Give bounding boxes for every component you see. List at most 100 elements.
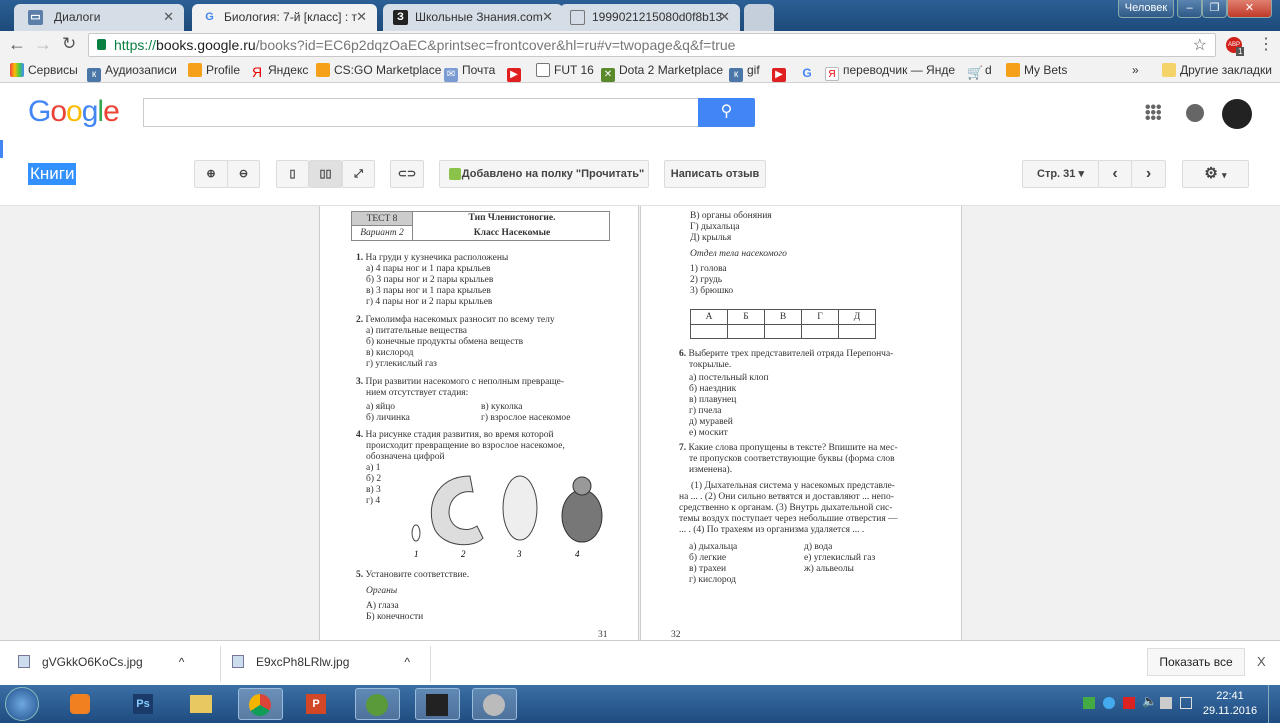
address-bar[interactable]: https://books.google.ru/books?id=EC6p2dq… <box>88 33 1216 57</box>
single-page-button[interactable]: ▯ <box>276 160 309 188</box>
chevron-up-icon[interactable]: ^ <box>404 655 410 669</box>
chevron-down-icon: ▾ <box>1222 170 1227 180</box>
books-section-title[interactable]: Книги <box>28 163 77 185</box>
section-marker <box>0 140 3 158</box>
link-button[interactable]: ⊂⊃ <box>390 160 424 188</box>
other-bookmarks[interactable]: Другие закладки <box>1162 63 1272 77</box>
bookmark-gif[interactable]: к gif <box>729 63 760 82</box>
close-icon[interactable]: ✕ <box>163 9 174 25</box>
nvidia-tray-icon[interactable] <box>1083 697 1095 709</box>
search-button[interactable]: ⚲ <box>698 98 755 127</box>
new-tab-button[interactable] <box>744 4 774 31</box>
fullscreen-button[interactable]: ⤢ <box>342 160 375 188</box>
minimize-button[interactable]: – <box>1177 0 1202 18</box>
question-1: 1. На груди у кузнечика расположены а) 4… <box>356 253 509 307</box>
lock-icon <box>97 39 106 50</box>
avatar[interactable] <box>1222 99 1252 129</box>
zoom-in-button[interactable]: ⊕ <box>194 160 228 188</box>
powerpoint-icon[interactable]: P <box>300 688 332 720</box>
network-icon[interactable] <box>1180 697 1192 709</box>
document-icon <box>536 63 550 77</box>
close-downloads-button[interactable]: X <box>1257 654 1266 669</box>
zoom-out-icon: ⊖ <box>238 168 249 180</box>
answer-table: АБВГД <box>690 309 876 339</box>
bookmark-youtube[interactable]: ▶ <box>507 63 525 82</box>
search-input[interactable] <box>143 98 699 127</box>
close-icon[interactable]: ✕ <box>719 9 730 25</box>
apps-grid-icon[interactable] <box>1145 104 1161 120</box>
tab-dialogi[interactable]: ▭ Диалоги ✕ <box>14 4 184 31</box>
bookmark-d[interactable]: 🛒 d <box>967 63 992 80</box>
notifications-icon[interactable] <box>1186 104 1204 122</box>
app-icon[interactable] <box>415 688 460 720</box>
tab-znania[interactable]: З Школьные Знания.com ✕ <box>383 4 563 31</box>
show-all-downloads-button[interactable]: Показать все <box>1147 648 1245 676</box>
question-6: 6. Выберите трех представителей отряда П… <box>679 349 894 438</box>
organs-continued: В) органы обоняния Г) дыхальца Д) крылья О… <box>690 211 787 296</box>
chevron-up-icon[interactable]: ^ <box>179 655 185 669</box>
close-icon[interactable]: ✕ <box>542 9 553 25</box>
tab-biology[interactable]: G Биология: 7-й [класс] : т ✕ <box>192 4 377 31</box>
bookmark-translator[interactable]: Япереводчик — Янде <box>825 63 955 81</box>
explorer-icon[interactable] <box>185 688 217 720</box>
flag-tray-icon[interactable] <box>1160 697 1172 709</box>
bookmark-mail[interactable]: ✉ Почта <box>444 63 495 82</box>
start-button[interactable] <box>5 687 39 721</box>
document-icon <box>570 10 585 25</box>
back-icon[interactable]: ← <box>8 34 26 55</box>
bookmark-dota[interactable]: ✕ Dota 2 Marketplace <box>601 63 723 82</box>
shelf-icon <box>449 168 461 180</box>
zoom-out-button[interactable]: ⊖ <box>227 160 260 188</box>
volume-icon[interactable]: 🔈 <box>1142 694 1157 708</box>
show-desktop-button[interactable] <box>1268 685 1280 723</box>
bookmark-yandex[interactable]: Я Яндекс <box>250 63 308 79</box>
star-icon[interactable]: ☆ <box>1193 35 1207 55</box>
profile-button[interactable]: Человек <box>1118 0 1174 18</box>
downloads-bar <box>0 640 1280 685</box>
beetle-drawing <box>561 489 603 543</box>
adblock-badge: 1 <box>1236 47 1245 56</box>
antivirus-tray-icon[interactable] <box>1123 697 1135 709</box>
close-window-button[interactable]: ✕ <box>1227 0 1272 18</box>
reload-icon[interactable]: ↻ <box>62 34 76 54</box>
photoshop-icon[interactable]: Ps <box>127 688 159 720</box>
dota-icon: ✕ <box>601 68 615 82</box>
next-page-button[interactable]: › <box>1131 160 1166 188</box>
page-select[interactable]: Стр. 31 ▾ <box>1022 160 1099 188</box>
xbox-icon[interactable] <box>355 688 400 720</box>
more-bookmarks[interactable]: » <box>1132 63 1139 77</box>
prev-page-button[interactable]: ‹ <box>1098 160 1132 188</box>
bookmark-services[interactable]: Сервисы <box>10 63 78 77</box>
speaker-app-icon[interactable] <box>472 688 517 720</box>
mybets-icon <box>1006 63 1020 77</box>
chrome-taskbar-icon[interactable] <box>238 688 283 720</box>
clock[interactable]: 22:41 29.11.2016 <box>1200 689 1260 719</box>
menu-icon[interactable]: ⋮ <box>1258 34 1274 54</box>
google-icon: G <box>802 66 812 80</box>
tray-icon[interactable] <box>1103 697 1115 709</box>
bookmark-mybets[interactable]: My Bets <box>1006 63 1067 77</box>
forward-icon[interactable]: → <box>34 34 52 55</box>
maximize-button[interactable]: ❐ <box>1202 0 1227 18</box>
vk-icon: к <box>87 68 101 82</box>
tab-file[interactable]: 1999021215080d0f8b13 ✕ <box>560 4 740 31</box>
bookmark-profile[interactable]: Profile <box>188 63 240 77</box>
bookmark-youtube-2[interactable]: ▶ <box>772 63 790 82</box>
settings-button[interactable]: ⚙ ▾ <box>1182 160 1249 188</box>
question-3: 3. При развитии насекомого с неполным пр… <box>356 377 571 423</box>
google-logo[interactable]: Google <box>28 95 120 129</box>
write-review-button[interactable]: Написать отзыв <box>664 160 766 188</box>
bookmark-fut16[interactable]: FUT 16 <box>536 63 594 77</box>
question-7: 7. Какие слова пропущены в тексте? Впиши… <box>679 443 898 585</box>
two-page-button[interactable]: ▯▯ <box>309 160 342 188</box>
close-icon[interactable]: ✕ <box>356 9 367 25</box>
bookmark-csgo[interactable]: CS:GO Marketplace <box>316 63 441 77</box>
download-item[interactable]: gVGkkO6KoCs.jpg ^ <box>18 655 184 669</box>
image-file-icon <box>18 655 30 668</box>
shelf-button[interactable]: Добавлено на полку "Прочитать" <box>439 160 649 188</box>
download-item[interactable]: E9xcPh8LRlw.jpg ^ <box>232 655 410 669</box>
bookmark-google[interactable]: G <box>800 63 818 80</box>
bookmark-audio[interactable]: к Аудиозаписи <box>87 63 177 82</box>
media-player-icon[interactable] <box>64 688 96 720</box>
svg-text:3: 3 <box>516 549 522 558</box>
